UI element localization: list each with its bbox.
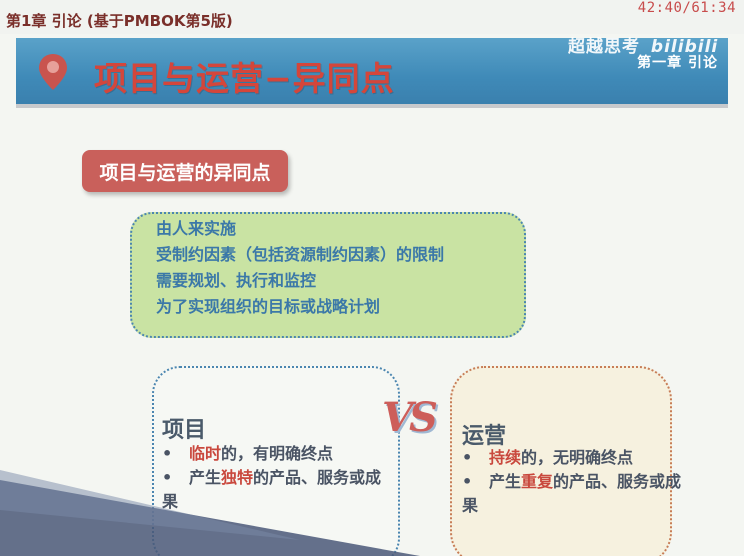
- bullet-text: 的产品、服务或成: [552, 472, 681, 491]
- bullet-marker: •: [462, 448, 473, 467]
- slide-title: 项目与运营−异同点: [94, 59, 395, 98]
- banner-chapter-label: 第一章 引论: [637, 55, 718, 71]
- bullet-text: 的，有明确终点: [220, 444, 333, 463]
- bullet-text: 产生: [488, 472, 521, 491]
- highlight-ongoing: 持续: [488, 448, 521, 467]
- commonality-item: 为了实现组织的目标或战略计划: [156, 297, 381, 316]
- highlight-repetitive: 重复: [520, 472, 553, 491]
- project-heading: 项目: [162, 418, 207, 443]
- top-bar: 第1章 引论 (基于PMBOK第5版) 42:40/61:34: [0, 0, 744, 34]
- pin-icon: [39, 54, 67, 90]
- commonality-item: 由人来实施: [156, 219, 237, 238]
- operations-bullet-ongoing: • 持续的，无明确终点: [462, 446, 633, 470]
- operations-bullet-repetitive: • 产生重复的产品、服务或成: [462, 470, 681, 494]
- bullet-marker: •: [462, 472, 473, 491]
- playback-timer: 42:40/61:34: [637, 0, 736, 16]
- project-bullet-temporary: • 临时的，有明确终点: [162, 442, 333, 466]
- bullet-text: 的，无明确终点: [520, 448, 633, 467]
- watermark-text: 超越思考: [568, 37, 640, 57]
- highlight-temporary: 临时: [188, 444, 221, 463]
- commonalities-box: 由人来实施 受制约因素（包括资源制约因素）的限制 需要规划、执行和监控 为了实现…: [130, 212, 526, 338]
- operations-bullet-wrap: 果: [462, 496, 479, 515]
- bullet-marker: •: [162, 444, 173, 463]
- vs-label: VS: [382, 394, 438, 441]
- section-heading-button: 项目与运营的异同点: [82, 150, 288, 192]
- commonality-item: 受制约因素（包括资源制约因素）的限制: [156, 245, 445, 264]
- commonality-item: 需要规划、执行和监控: [156, 271, 317, 290]
- chapter-label: 第1章 引论 (基于PMBOK第5版): [6, 12, 233, 30]
- decorative-swoosh: [0, 470, 420, 556]
- title-banner: 项目与运营−异同点 超越思考 bilibili 第一章 引论: [16, 37, 728, 108]
